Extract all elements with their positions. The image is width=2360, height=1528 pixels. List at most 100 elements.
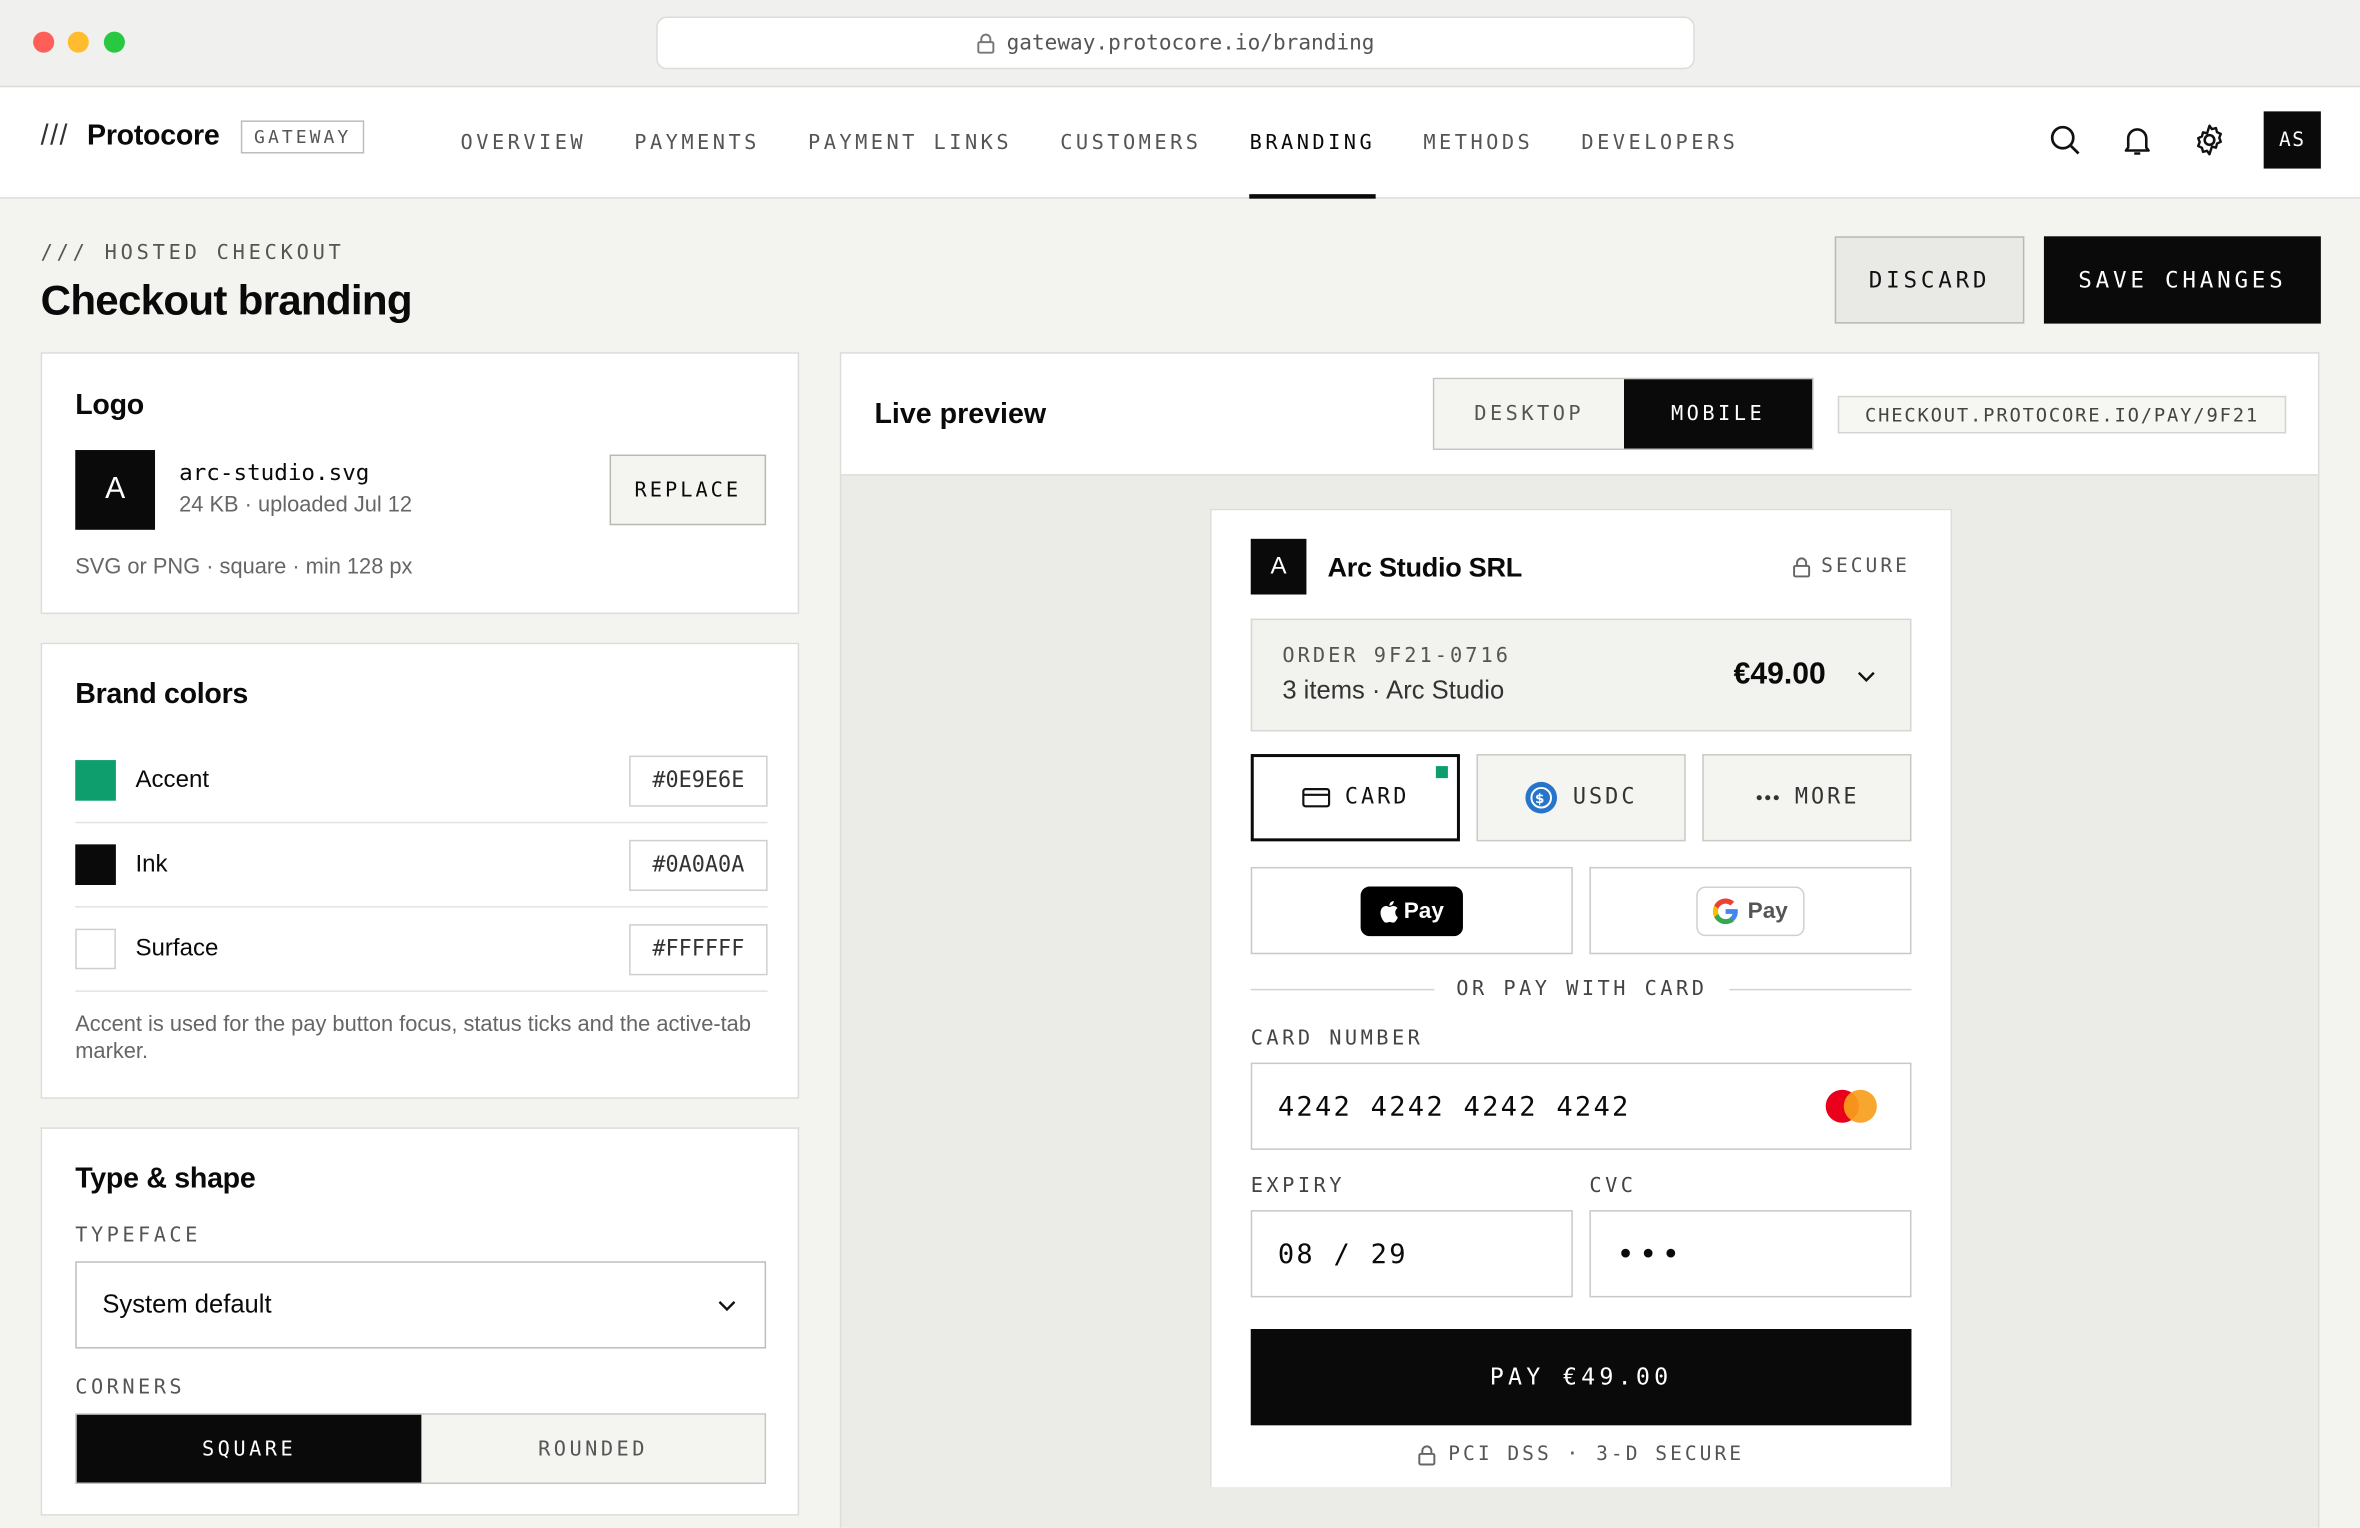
expiry-label: EXPIRY bbox=[1250, 1173, 1345, 1199]
apple-pay-label: Pay bbox=[1403, 897, 1444, 924]
typeface-select[interactable]: System default bbox=[75, 1261, 767, 1349]
order-id: ORDER 9F21-0716 bbox=[1282, 644, 1512, 669]
logo-card: Logo A arc-studio.svg 24 KB · uploaded J… bbox=[40, 352, 800, 615]
method-label: CARD bbox=[1344, 785, 1410, 810]
brand-name: Protocore bbox=[87, 120, 220, 153]
ink-hex-input[interactable]: #0A0A0A bbox=[629, 839, 768, 891]
active-marker bbox=[1435, 766, 1448, 779]
accent-hex-input[interactable]: #0E9E6E bbox=[629, 754, 768, 806]
logo-hint: SVG or PNG · square · min 128 px bbox=[75, 555, 413, 580]
pay-with-card-divider: OR PAY WITH CARD bbox=[1456, 976, 1708, 1001]
nav-item-payments[interactable]: PAYMENTS bbox=[634, 87, 760, 198]
logo-card-title: Logo bbox=[75, 389, 144, 422]
expiry-input[interactable]: 08 / 29 bbox=[1250, 1210, 1573, 1298]
brand-mark: /// bbox=[40, 120, 69, 153]
card-number-input[interactable]: 4242 4242 4242 4242 bbox=[1250, 1062, 1912, 1150]
nav-item-methods[interactable]: METHODS bbox=[1423, 87, 1533, 198]
search-icon[interactable] bbox=[2047, 122, 2083, 158]
nav-item-overview[interactable]: OVERVIEW bbox=[461, 87, 587, 198]
checkout-preview: A Arc Studio SRL SECURE ORDER 9F21-0716 … bbox=[1210, 508, 1953, 1488]
replace-logo-button[interactable]: REPLACE bbox=[609, 454, 767, 526]
brand-colors-card: Brand colors Accent #0E9E6E Ink #0A0A0A … bbox=[40, 642, 800, 1099]
corners-rounded-option[interactable]: ROUNDED bbox=[421, 1414, 765, 1483]
save-changes-button[interactable]: SAVE CHANGES bbox=[2043, 236, 2321, 324]
google-icon bbox=[1713, 897, 1739, 924]
order-amount: €49.00 bbox=[1733, 657, 1826, 691]
order-summary[interactable]: ORDER 9F21-0716 3 items · Arc Studio €49… bbox=[1250, 618, 1912, 732]
mobile-mode-option[interactable]: MOBILE bbox=[1624, 379, 1813, 449]
brand-colors-note: Accent is used for the pay button focus,… bbox=[75, 1012, 751, 1065]
chevron-down-icon bbox=[718, 1301, 736, 1312]
method-card-tab[interactable]: CARD bbox=[1250, 754, 1460, 842]
brand[interactable]: /// Protocore GATEWAY bbox=[40, 120, 365, 154]
typeface-value: System default bbox=[102, 1289, 272, 1319]
method-usdc-tab[interactable]: $ USDC bbox=[1476, 754, 1686, 842]
mastercard-icon bbox=[1825, 1089, 1877, 1123]
close-window-button[interactable] bbox=[33, 31, 55, 53]
desktop-mode-option[interactable]: DESKTOP bbox=[1434, 379, 1625, 449]
lock-icon bbox=[1418, 1444, 1436, 1465]
apple-pay-badge: Pay bbox=[1360, 885, 1463, 936]
discard-button[interactable]: DISCARD bbox=[1834, 236, 2025, 324]
maximize-window-button[interactable] bbox=[103, 31, 125, 53]
corners-square-option[interactable]: SQUARE bbox=[76, 1414, 422, 1483]
order-items: 3 items · Arc Studio bbox=[1282, 675, 1505, 705]
nav-item-developers[interactable]: DEVELOPERS bbox=[1581, 87, 1738, 198]
minimize-window-button[interactable] bbox=[67, 31, 89, 53]
ink-swatch[interactable] bbox=[75, 844, 116, 885]
cvc-label: CVC bbox=[1589, 1173, 1637, 1199]
pay-button[interactable]: PAY €49.00 bbox=[1250, 1329, 1912, 1426]
accent-swatch[interactable] bbox=[75, 760, 116, 801]
bell-icon[interactable] bbox=[2119, 122, 2155, 158]
page-title: Checkout branding bbox=[40, 276, 413, 324]
method-more-tab[interactable]: MORE bbox=[1702, 754, 1912, 842]
secure-badge: SECURE bbox=[1793, 555, 1910, 578]
compliance-text: PCI DSS · 3-D SECURE bbox=[1448, 1443, 1745, 1466]
address-bar[interactable]: gateway.protocore.io/branding bbox=[656, 16, 1695, 70]
cvc-input[interactable]: ••• bbox=[1589, 1210, 1912, 1298]
credit-card-icon bbox=[1301, 788, 1330, 808]
more-dots-icon bbox=[1755, 795, 1779, 801]
browser-chrome: gateway.protocore.io/branding bbox=[0, 0, 2360, 88]
lock-icon bbox=[977, 32, 995, 53]
nav-item-payment-links[interactable]: PAYMENT LINKS bbox=[808, 87, 1012, 198]
typeface-label: TYPEFACE bbox=[75, 1223, 201, 1248]
brand-colors-title: Brand colors bbox=[75, 678, 249, 711]
usdc-icon: $ bbox=[1525, 781, 1558, 814]
method-label: USDC bbox=[1572, 785, 1638, 810]
divider-line bbox=[1250, 988, 1435, 991]
gear-icon[interactable] bbox=[2191, 122, 2227, 158]
top-nav: /// Protocore GATEWAY OVERVIEW PAYMENTS … bbox=[0, 87, 2360, 199]
apple-icon bbox=[1379, 900, 1398, 922]
lock-icon bbox=[1793, 556, 1811, 577]
preview-mode-toggle: DESKTOP MOBILE bbox=[1432, 377, 1814, 451]
method-label: MORE bbox=[1794, 785, 1860, 810]
avatar[interactable]: AS bbox=[2263, 111, 2321, 169]
logo-preview: A bbox=[75, 450, 156, 530]
address-text: gateway.protocore.io/branding bbox=[1006, 30, 1375, 55]
card-number-label: CARD NUMBER bbox=[1250, 1026, 1424, 1051]
color-row-ink: Ink #0A0A0A bbox=[75, 823, 768, 908]
merchant-name: Arc Studio SRL bbox=[1327, 552, 1522, 583]
surface-hex-input[interactable]: #FFFFFF bbox=[629, 923, 768, 975]
color-name: Accent bbox=[135, 766, 210, 793]
merchant-logo: A bbox=[1250, 538, 1307, 595]
color-name: Surface bbox=[135, 935, 219, 962]
nav-actions: AS bbox=[2047, 111, 2321, 169]
color-row-surface: Surface #FFFFFF bbox=[75, 908, 768, 992]
type-shape-card: Type & shape TYPEFACE System default COR… bbox=[40, 1127, 800, 1516]
nav-items: OVERVIEW PAYMENTS PAYMENT LINKS CUSTOMER… bbox=[461, 87, 1787, 199]
product-tag: GATEWAY bbox=[240, 120, 365, 154]
checkout-url-chip[interactable]: CHECKOUT.PROTOCORE.IO/PAY/9F21 bbox=[1837, 395, 2287, 434]
apple-pay-button[interactable]: Pay bbox=[1250, 866, 1573, 955]
google-pay-button[interactable]: Pay bbox=[1589, 866, 1912, 955]
type-shape-title: Type & shape bbox=[75, 1163, 256, 1196]
card-number-value: 4242 4242 4242 4242 bbox=[1277, 1090, 1631, 1123]
surface-swatch[interactable] bbox=[75, 928, 116, 970]
nav-item-branding[interactable]: BRANDING bbox=[1249, 87, 1376, 199]
google-pay-badge: Pay bbox=[1696, 885, 1805, 936]
google-pay-label: Pay bbox=[1747, 897, 1788, 924]
nav-item-customers[interactable]: CUSTOMERS bbox=[1060, 87, 1201, 198]
divider-line bbox=[1729, 988, 1912, 991]
color-row-accent: Accent #0E9E6E bbox=[75, 739, 768, 824]
